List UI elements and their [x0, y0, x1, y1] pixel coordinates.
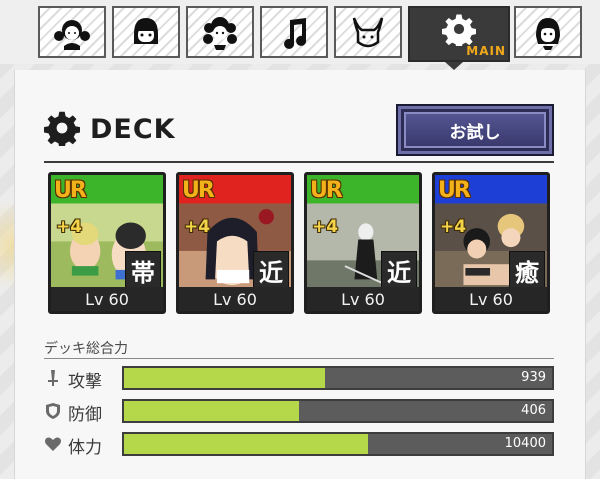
shield-icon — [46, 403, 60, 419]
deck-card[interactable]: UR +4 癒 Lv 60 — [432, 172, 550, 314]
deck-card[interactable]: UR +4 近 Lv 60 — [176, 172, 294, 314]
heart-icon — [45, 437, 61, 451]
stat-row-defense: 防御 406 — [44, 397, 556, 425]
stat-row-stamina: 体力 10400 — [44, 430, 556, 458]
tab-character-1[interactable] — [38, 6, 106, 58]
tab-main-label: MAIN — [466, 44, 506, 58]
card-type-badge: 近 — [381, 251, 417, 289]
card-type-badge: 近 — [253, 251, 289, 289]
rarity-badge: UR — [438, 178, 471, 203]
sword-icon — [48, 370, 58, 386]
gear-icon — [442, 14, 476, 46]
deck-card[interactable]: UR +4 近 Lv 60 — [304, 172, 422, 314]
card-level: Lv 60 — [435, 287, 547, 311]
tab-main[interactable]: MAIN — [408, 6, 510, 62]
stat-bar-fill — [124, 401, 300, 421]
plus-level: +4 — [312, 217, 339, 237]
tab-character-7[interactable] — [514, 6, 582, 58]
stat-bar-fill — [124, 434, 368, 454]
tab-character-3[interactable] — [186, 6, 254, 58]
stats-title: デッキ総合力 — [44, 341, 128, 357]
divider — [44, 358, 554, 359]
tab-character-2[interactable] — [112, 6, 180, 58]
card-level: Lv 60 — [51, 287, 163, 311]
try-button[interactable]: お試し — [396, 104, 554, 156]
card-type-badge: 癒 — [509, 251, 545, 289]
stat-bar: 939 — [122, 366, 554, 390]
girl-curly-hair-icon — [203, 17, 237, 50]
card-level: Lv 60 — [179, 287, 291, 311]
stat-value: 10400 — [504, 436, 546, 451]
divider — [44, 161, 554, 163]
music-note-icon — [284, 18, 307, 49]
stat-bar: 406 — [122, 399, 554, 423]
stat-label: 攻撃 — [68, 372, 102, 392]
card-level: Lv 60 — [307, 287, 419, 311]
rarity-badge: UR — [54, 178, 87, 203]
rarity-badge: UR — [182, 178, 215, 203]
deck-title: DECK — [90, 114, 176, 145]
gear-icon — [44, 111, 80, 146]
stat-bar: 10400 — [122, 432, 554, 456]
plus-level: +4 — [184, 217, 211, 237]
plus-level: +4 — [56, 217, 83, 237]
stat-label: 体力 — [68, 438, 102, 458]
girl-twin-tails-icon — [54, 20, 90, 50]
card-type-badge: 帯 — [125, 251, 161, 289]
stat-value: 406 — [521, 403, 546, 418]
girl-bob-hair-icon — [536, 18, 560, 50]
try-button-label: お試し — [449, 122, 501, 143]
tab-bar: MAIN — [0, 0, 600, 64]
tab-character-5[interactable] — [334, 6, 402, 58]
stat-label: 防御 — [68, 405, 102, 425]
horned-mask-icon — [352, 17, 384, 48]
stat-value: 939 — [521, 370, 546, 385]
stat-bar-fill — [124, 368, 326, 388]
tab-music[interactable] — [260, 6, 328, 58]
rarity-badge: UR — [310, 178, 343, 203]
plus-level: +4 — [440, 217, 467, 237]
deck-card[interactable]: UR +4 帯 Lv 60 — [48, 172, 166, 314]
girl-bangs-icon — [134, 18, 158, 44]
stat-row-attack: 攻撃 939 — [44, 364, 556, 392]
active-tab-pointer — [445, 62, 463, 70]
